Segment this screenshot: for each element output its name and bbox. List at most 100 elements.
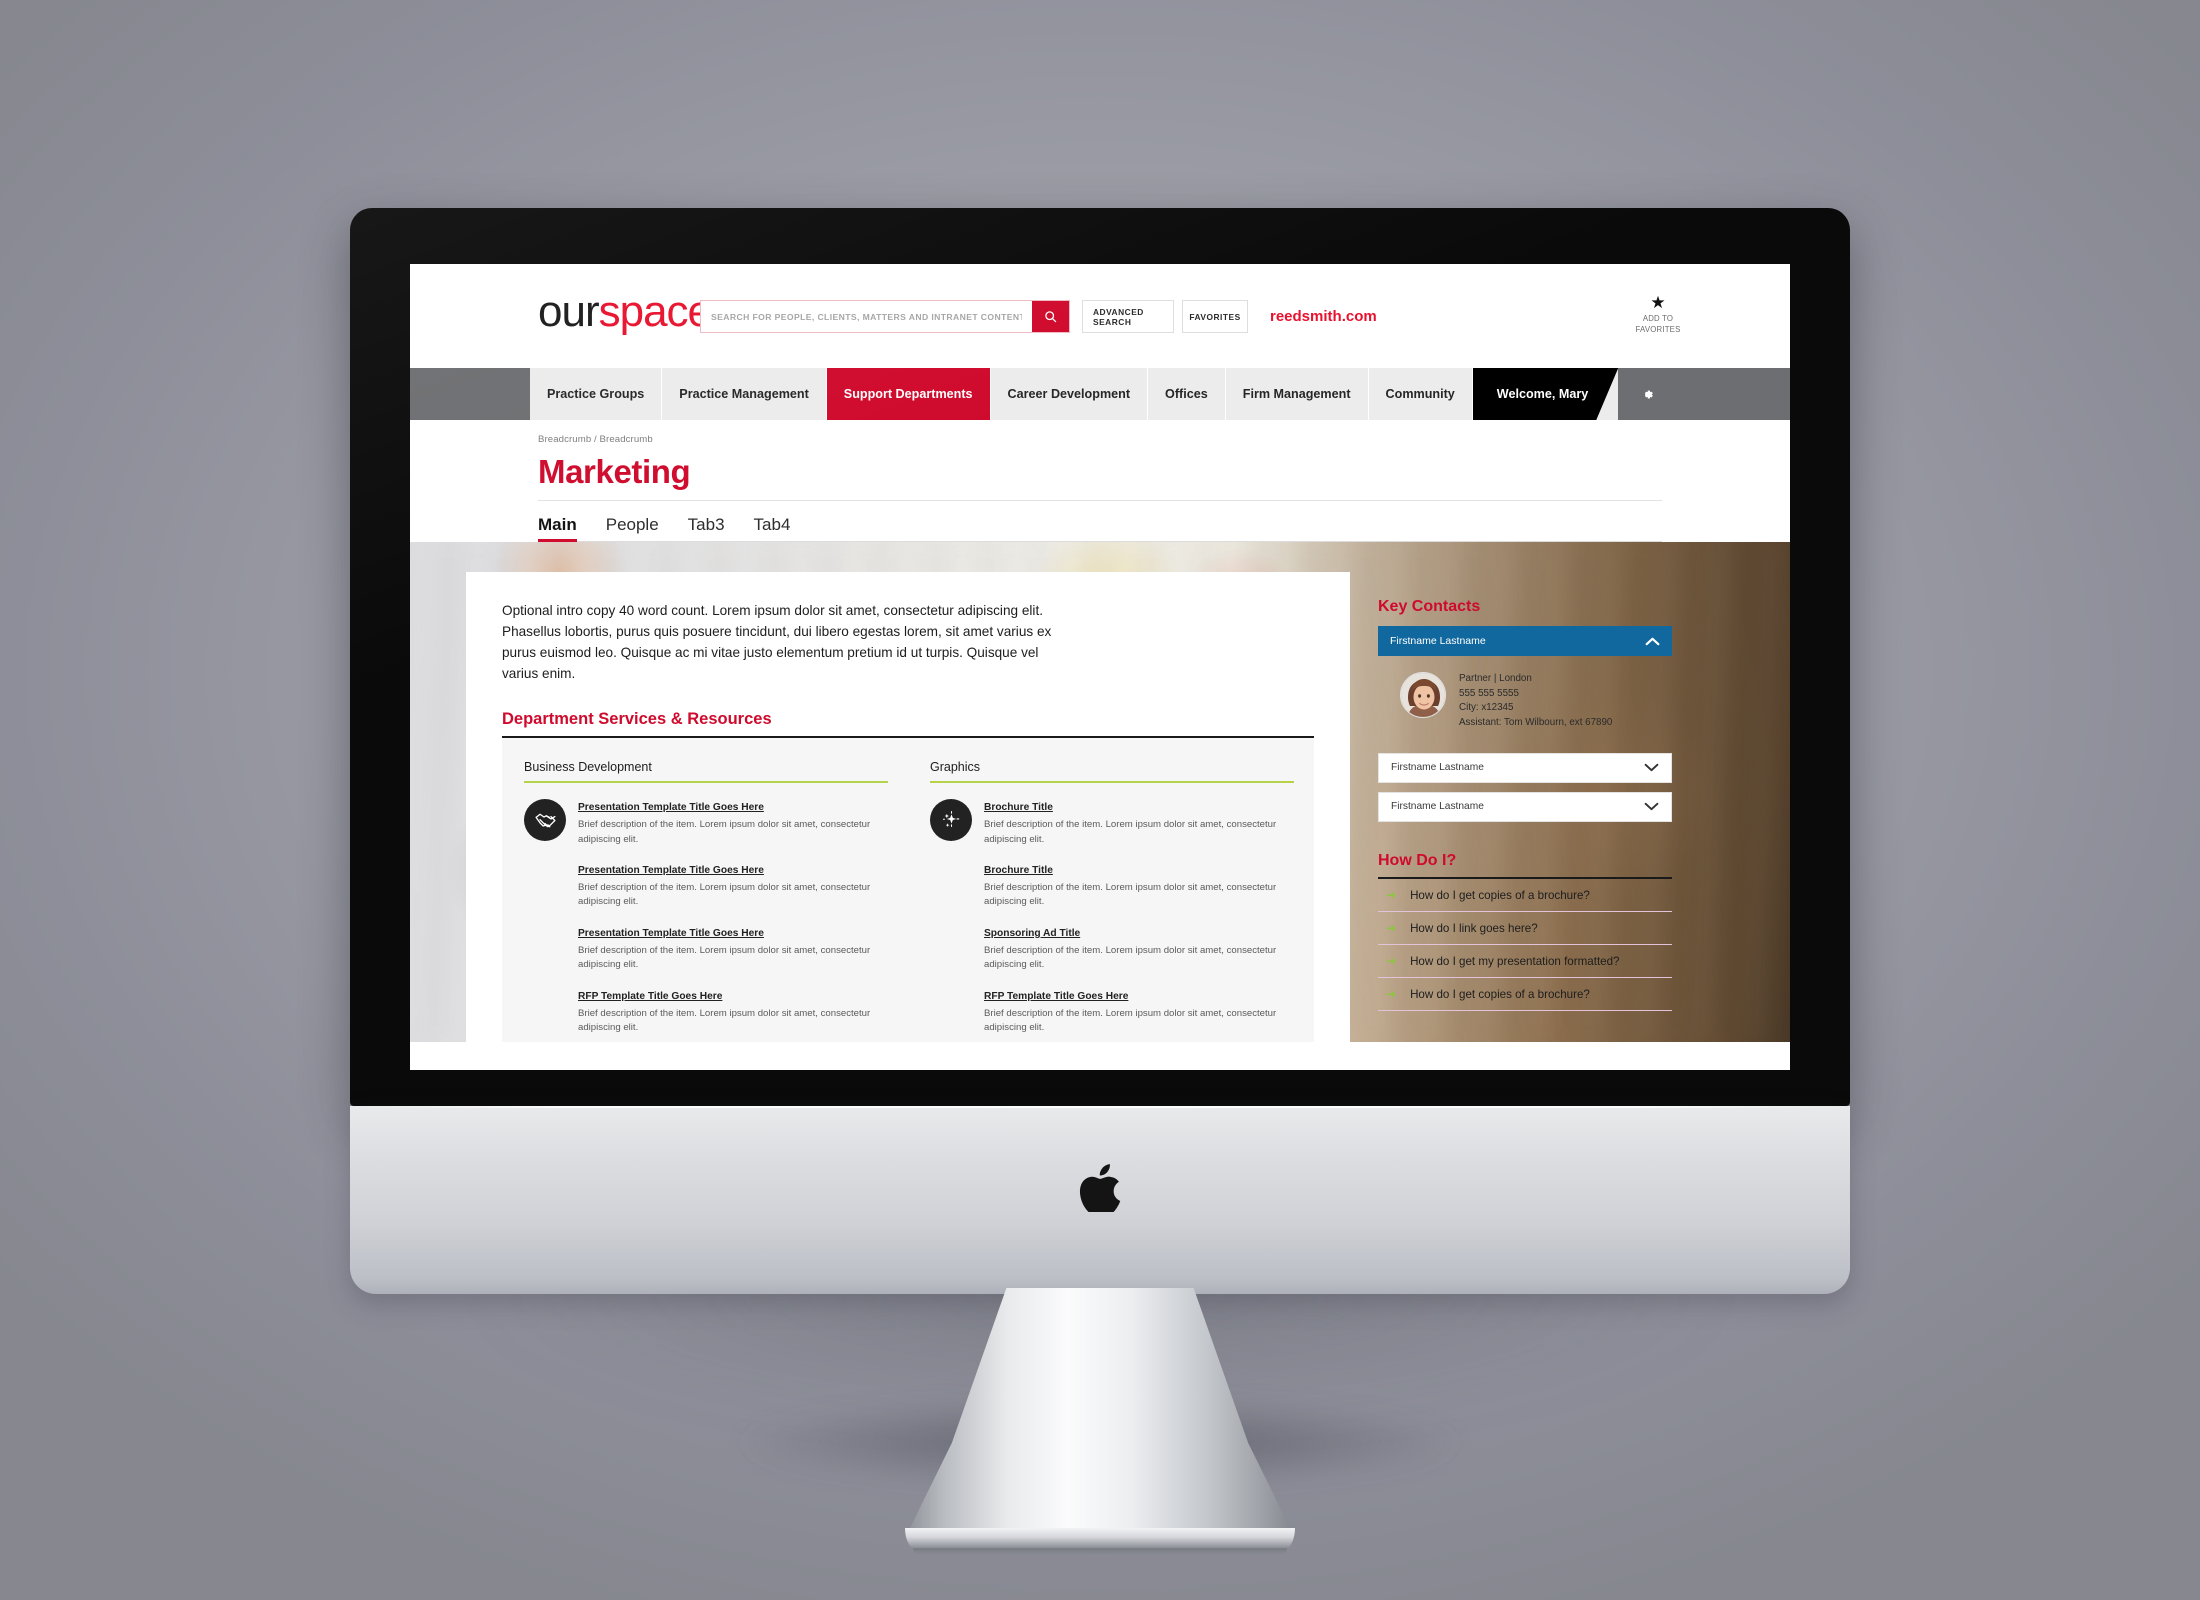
item-title-link[interactable]: Presentation Template Title Goes Here [578,865,764,876]
breadcrumb[interactable]: Breadcrumb / Breadcrumb [538,434,1662,445]
column-title: Graphics [930,760,981,775]
nav-item-practice-management[interactable]: Practice Management [662,368,827,420]
monitor-chin [350,1106,1850,1294]
how-do-i-label: How do I get copies of a brochure? [1410,888,1590,902]
nav-item-community[interactable]: Community [1368,368,1473,420]
list-item: Brochure Title Brief description of the … [984,860,1294,910]
handshake-icon [524,799,566,842]
hero-background-image: Optional intro copy 40 word count. Lorem… [410,542,1790,1042]
arrow-right-icon: ➜ [1386,921,1397,936]
how-do-i-label: How do I get my presentation formatted? [1410,954,1620,968]
item-title-link[interactable]: Presentation Template Title Goes Here [578,928,764,939]
tab-main[interactable]: Main [538,515,577,543]
key-contacts-title: Key Contacts [1378,598,1481,615]
list-item: Presentation Template Title Goes Here Br… [578,860,888,910]
site-header: ourspace ADVANCED SEARCH FAVORITES reeds… [410,264,1790,368]
logo-space: space [598,287,712,336]
item-description: Brief description of the item. Lorem ips… [984,1007,1277,1033]
items-list: Brochure Title Brief description of the … [984,797,1294,1042]
item-title-link[interactable]: Presentation Template Title Goes Here [578,802,764,813]
monitor-base [905,1528,1295,1555]
apple-logo-icon [1079,1164,1121,1212]
add-to-favorites-button[interactable]: ★ ADD TO FAVORITES [1615,294,1701,335]
items-list: Presentation Template Title Goes Here Br… [578,797,888,1042]
favorites-button[interactable]: FAVORITES [1182,300,1248,333]
how-do-i-label: How do I link goes here? [1410,921,1538,935]
sparkle-icon [930,799,972,842]
how-do-i-section: How Do I? ➜ How do I get copies of a bro… [1378,852,1672,1011]
contact-details: Partner | London 555 555 5555 City: x123… [1378,672,1672,731]
item-title-link[interactable]: RFP Template Title Goes Here [578,991,722,1002]
item-title-link[interactable]: Sponsoring Ad Title [984,928,1080,939]
arrow-right-icon: ➜ [1386,888,1397,903]
item-title-link[interactable]: RFP Template Title Goes Here [984,991,1128,1002]
section-title: Department Services & Resources [502,710,772,729]
how-do-i-item[interactable]: ➜ How do I get copies of a brochure? [1378,978,1672,1011]
item-description: Brief description of the item. Lorem ips… [984,882,1277,908]
tab-tab4[interactable]: Tab4 [754,515,791,542]
reedsmith-link[interactable]: reedsmith.com [1270,308,1377,325]
imac-mockup: ourspace ADVANCED SEARCH FAVORITES reeds… [350,208,1850,1555]
settings-button[interactable] [1618,368,1790,420]
chevron-up-icon [1645,637,1660,645]
nav-item-practice-groups[interactable]: Practice Groups [530,368,663,420]
nav-item-firm-management[interactable]: Firm Management [1225,368,1369,420]
column-divider [524,781,888,784]
item-description: Brief description of the item. Lorem ips… [578,944,871,971]
title-divider [538,500,1662,501]
list-item: RFP Template Title Goes Here Brief descr… [578,986,888,1036]
avatar [1400,672,1446,718]
tab-people[interactable]: People [606,515,659,542]
arrow-right-icon: ➜ [1386,987,1397,1002]
how-do-i-item[interactable]: ➜ How do I get my presentation formatted… [1378,945,1672,978]
how-do-i-item[interactable]: ➜ How do I get copies of a brochure? [1378,879,1672,912]
item-description: Brief description of the item. Lorem ips… [984,819,1277,845]
search-button[interactable] [1032,301,1069,332]
column-divider [930,781,1294,784]
page-tabs: Main People Tab3 Tab4 [538,515,1662,543]
nav-item-support-departments[interactable]: Support Departments [826,368,991,420]
contact-phone: 555 555 5555 [1459,687,1519,699]
gear-icon [1645,390,1654,398]
list-item: RFP Template Title Goes Here Brief descr… [984,986,1294,1036]
contact-accordion-expanded[interactable]: Firstname Lastname [1378,626,1672,656]
search-icon [1045,311,1057,323]
services-panel: Business Development Presentation Templa… [502,738,1314,1042]
nav-home-block[interactable] [410,368,530,420]
item-description: Brief description of the item. Lorem ips… [578,1007,871,1033]
list-item: Sponsoring Ad Title Brief description of… [984,923,1294,973]
nav-user-welcome[interactable]: Welcome, Mary [1473,368,1618,420]
item-description: Brief description of the item. Lorem ips… [984,944,1277,971]
how-do-i-item[interactable]: ➜ How do I link goes here? [1378,912,1672,945]
page-title: Marketing [538,453,691,490]
page-title-block: Breadcrumb / Breadcrumb Marketing Main P… [410,420,1790,543]
logo-our: our [538,287,600,336]
item-description: Brief description of the item. Lorem ips… [578,819,871,845]
item-title-link[interactable]: Brochure Title [984,802,1053,813]
contact-accordion-collapsed-1[interactable]: Firstname Lastname [1378,752,1672,783]
search-bar [700,300,1070,333]
item-title-link[interactable]: Brochure Title [984,865,1053,876]
column-business-development: Business Development Presentation Templa… [502,752,908,1042]
search-input[interactable] [701,301,1032,332]
chevron-down-icon [1644,764,1659,772]
contact-name: Firstname Lastname [1391,762,1484,774]
intro-copy: Optional intro copy 40 word count. Lorem… [502,603,1052,682]
contact-accordion-collapsed-2[interactable]: Firstname Lastname [1378,791,1672,822]
screen: ourspace ADVANCED SEARCH FAVORITES reeds… [410,264,1790,1070]
contact-assistant: Assistant: Tom Wilbourn, ext 67890 [1459,717,1613,729]
nav-item-career-development[interactable]: Career Development [990,368,1149,420]
list-item: Brochure Title Brief description of the … [984,797,1294,847]
contact-role-location: Partner | London [1459,673,1532,684]
tab-tab3[interactable]: Tab3 [688,515,725,542]
how-do-i-title: How Do I? [1378,851,1457,869]
star-icon: ★ [1650,293,1666,312]
chevron-down-icon [1644,803,1659,811]
advanced-search-button[interactable]: ADVANCED SEARCH [1082,300,1174,333]
site-logo[interactable]: ourspace [538,287,712,336]
nav-item-offices[interactable]: Offices [1148,368,1226,420]
right-rail: Key Contacts Firstname Lastname Partner … [1378,598,1672,1011]
list-item: Presentation Template Title Goes Here Br… [578,797,888,847]
add-to-favorites-line1: ADD TO [1642,314,1674,323]
list-item: Presentation Template Title Goes Here Br… [578,923,888,973]
